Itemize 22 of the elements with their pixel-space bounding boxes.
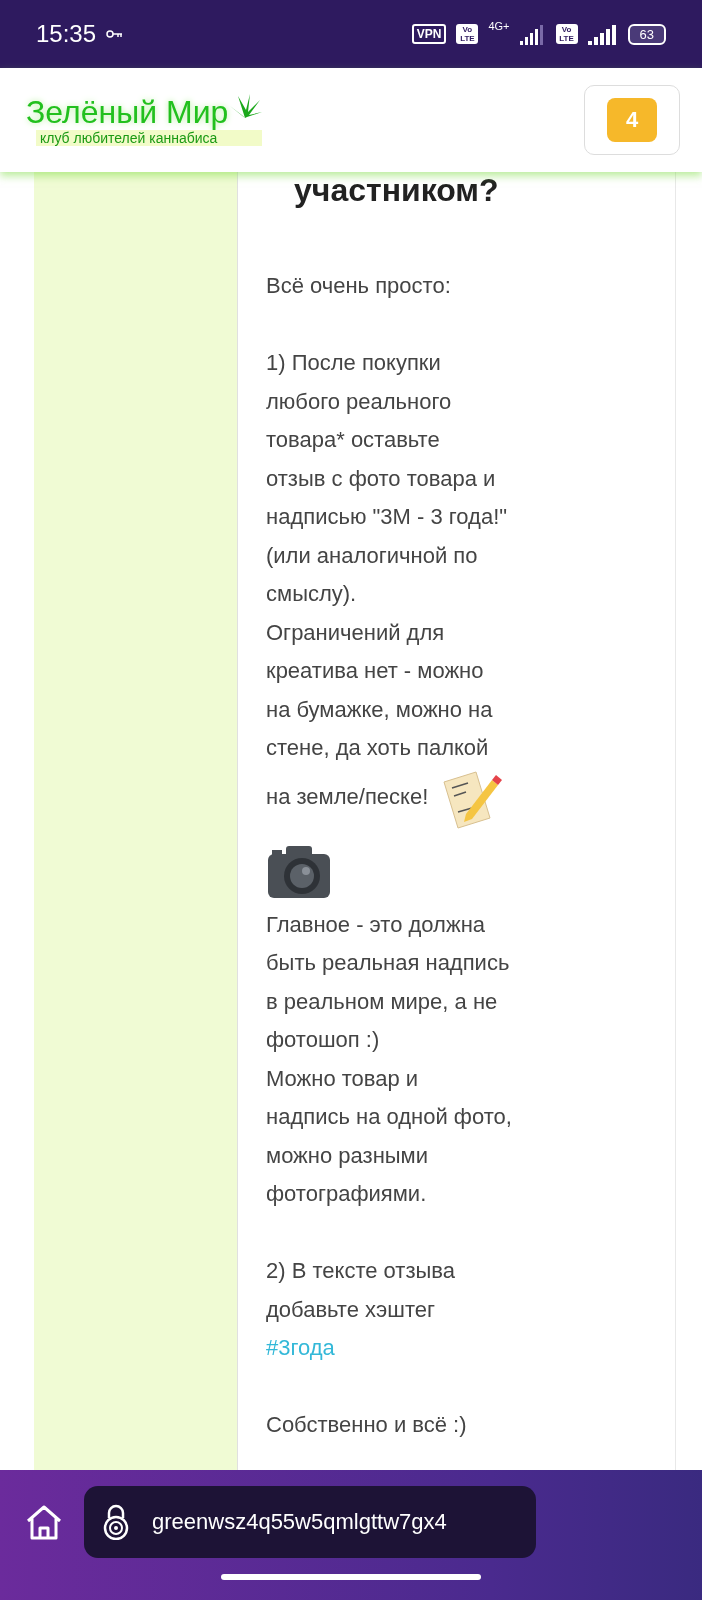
signal-icon xyxy=(519,23,546,45)
volte-indicator: Vo LTE xyxy=(456,24,479,44)
paragraph-text: Всё очень просто: xyxy=(266,272,452,300)
text-line: на земле/песке! xyxy=(266,783,429,809)
address-field[interactable]: greenwsz4q55w5qmlgttw7gx4 xyxy=(84,1486,536,1558)
paragraph-text: 2) В тексте отзыва добавьте хэштег xyxy=(266,1257,456,1324)
hashtag-link[interactable]: #3года xyxy=(266,1329,335,1368)
battery-indicator: 63 xyxy=(627,23,666,45)
home-icon[interactable] xyxy=(24,1503,64,1541)
signal-icon xyxy=(587,23,618,45)
clock-time: 15:35 xyxy=(36,20,97,48)
counter-button[interactable]: 4 xyxy=(584,85,680,155)
network-type: 4G+ xyxy=(488,20,510,32)
volte-indicator: Vo LTE xyxy=(555,24,578,44)
lock-icon xyxy=(102,1504,130,1540)
paragraph-text: Собственно и всё :) xyxy=(266,1411,468,1439)
paragraph-text: Главное - это должна быть реальная надпись в реальном мире, а не фотошоп :) Можно товар и надпись на одной фото, можно разными фотографиями. xyxy=(266,910,513,1208)
key-icon xyxy=(106,30,123,38)
gesture-handle[interactable] xyxy=(221,1574,481,1580)
vpn-indicator: VPN xyxy=(411,24,447,44)
article-heading: участником? xyxy=(294,172,500,209)
site-logo[interactable]: Зелёный Мир клуб любителей каннабиса xyxy=(26,94,263,146)
